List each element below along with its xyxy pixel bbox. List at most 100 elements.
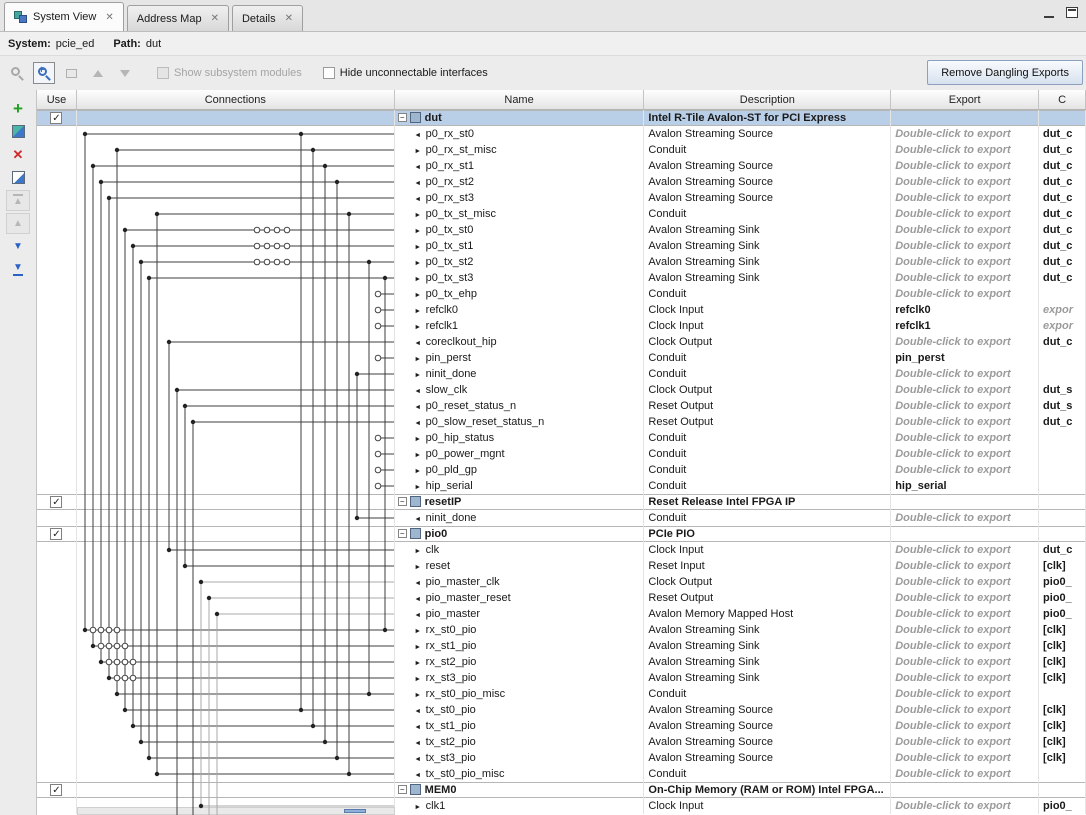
export-cell[interactable]: hip_serial	[891, 478, 1039, 494]
export-cell[interactable]: Double-click to export	[891, 126, 1039, 142]
port-row-pio_master[interactable]: ◄pio_masterAvalon Memory Mapped HostDoub…	[37, 606, 1086, 622]
port-row-reset[interactable]: ►resetReset InputDouble-click to export[…	[37, 558, 1086, 574]
module-row-pio0[interactable]: ✓−pio0PCIe PIO	[37, 526, 1086, 542]
tab-details[interactable]: Details ✕	[232, 5, 303, 31]
remove-dangling-exports-button[interactable]: Remove Dangling Exports	[927, 60, 1083, 85]
export-cell[interactable]: Double-click to export	[891, 606, 1039, 622]
export-cell[interactable]: pin_perst	[891, 350, 1039, 366]
export-cell[interactable]: Double-click to export	[891, 222, 1039, 238]
port-row-pio_master_reset[interactable]: ◄pio_master_resetReset OutputDouble-clic…	[37, 590, 1086, 606]
export-cell[interactable]: Double-click to export	[891, 702, 1039, 718]
port-row-tx_st1_pio[interactable]: ◄tx_st1_pioAvalon Streaming SourceDouble…	[37, 718, 1086, 734]
move-bottom-icon[interactable]: ▼	[6, 259, 30, 280]
export-cell[interactable]: refclk1	[891, 318, 1039, 334]
port-row-rx_st2_pio[interactable]: ►rx_st2_pioAvalon Streaming SinkDouble-c…	[37, 654, 1086, 670]
export-cell[interactable]: Double-click to export	[891, 190, 1039, 206]
collapse-icon[interactable]: −	[398, 529, 407, 538]
port-row-p0_rx_st2[interactable]: ◄p0_rx_st2Avalon Streaming SourceDouble-…	[37, 174, 1086, 190]
module-row-resetIP[interactable]: ✓−resetIPReset Release Intel FPGA IP	[37, 494, 1086, 510]
port-row-p0_reset_status_n[interactable]: ◄p0_reset_status_nReset OutputDouble-cli…	[37, 398, 1086, 414]
port-row-p0_rx_st1[interactable]: ◄p0_rx_st1Avalon Streaming SourceDouble-…	[37, 158, 1086, 174]
export-cell[interactable]: Double-click to export	[891, 142, 1039, 158]
port-row-clk[interactable]: ►clkClock InputDouble-click to exportdut…	[37, 542, 1086, 558]
port-row-p0_hip_status[interactable]: ►p0_hip_statusConduitDouble-click to exp…	[37, 430, 1086, 446]
module-row-dut[interactable]: ✓−dutIntel R-Tile Avalon-ST for PCI Expr…	[37, 110, 1086, 126]
use-checkbox[interactable]: ✓	[50, 112, 62, 124]
export-cell[interactable]	[891, 110, 1039, 126]
export-cell[interactable]: Double-click to export	[891, 734, 1039, 750]
export-cell[interactable]: Double-click to export	[891, 718, 1039, 734]
col-header-clock[interactable]: C	[1039, 90, 1086, 109]
export-cell[interactable]: Double-click to export	[891, 382, 1039, 398]
export-cell[interactable]: Double-click to export	[891, 270, 1039, 286]
col-header-name[interactable]: Name	[395, 90, 645, 109]
move-down-icon[interactable]	[114, 62, 136, 84]
export-cell[interactable]: Double-click to export	[891, 398, 1039, 414]
export-cell[interactable]: Double-click to export	[891, 414, 1039, 430]
edit-icon[interactable]	[6, 167, 30, 188]
tab-address-map[interactable]: Address Map ✕	[127, 5, 229, 31]
export-cell[interactable]: Double-click to export	[891, 590, 1039, 606]
zoom-out-icon[interactable]	[6, 62, 28, 84]
port-row-p0_tx_st2[interactable]: ►p0_tx_st2Avalon Streaming SinkDouble-cl…	[37, 254, 1086, 270]
module-row-MEM0[interactable]: ✓−MEM0On-Chip Memory (RAM or ROM) Intel …	[37, 782, 1086, 798]
export-cell[interactable]: refclk0	[891, 302, 1039, 318]
port-row-p0_rx_st_misc[interactable]: ►p0_rx_st_miscConduitDouble-click to exp…	[37, 142, 1086, 158]
connections-scrollbar[interactable]	[77, 807, 395, 815]
port-row-pin_perst[interactable]: ►pin_perstConduitpin_perst	[37, 350, 1086, 366]
export-cell[interactable]	[891, 526, 1039, 542]
hide-unconnectable-checkbox[interactable]	[323, 67, 335, 79]
port-row-p0_power_mgnt[interactable]: ►p0_power_mgntConduitDouble-click to exp…	[37, 446, 1086, 462]
col-header-export[interactable]: Export	[891, 90, 1039, 109]
export-cell[interactable]: Double-click to export	[891, 334, 1039, 350]
port-row-rx_st0_pio[interactable]: ►rx_st0_pioAvalon Streaming SinkDouble-c…	[37, 622, 1086, 638]
port-row-rx_st1_pio[interactable]: ►rx_st1_pioAvalon Streaming SinkDouble-c…	[37, 638, 1086, 654]
move-up-icon[interactable]: ▲	[6, 213, 30, 234]
port-row-tx_st2_pio[interactable]: ◄tx_st2_pioAvalon Streaming SourceDouble…	[37, 734, 1086, 750]
export-cell[interactable]: Double-click to export	[891, 622, 1039, 638]
use-checkbox[interactable]: ✓	[50, 496, 62, 508]
col-header-description[interactable]: Description	[644, 90, 891, 109]
move-up-icon[interactable]	[87, 62, 109, 84]
export-cell[interactable]: Double-click to export	[891, 558, 1039, 574]
tab-close-icon[interactable]: ✕	[211, 13, 219, 24]
add-component-icon[interactable]: +	[6, 98, 30, 119]
port-row-rx_st0_pio_misc[interactable]: ►rx_st0_pio_miscConduitDouble-click to e…	[37, 686, 1086, 702]
port-row-p0_tx_st0[interactable]: ►p0_tx_st0Avalon Streaming SinkDouble-cl…	[37, 222, 1086, 238]
export-cell[interactable]: Double-click to export	[891, 510, 1039, 526]
use-checkbox[interactable]: ✓	[50, 784, 62, 796]
remove-icon[interactable]: ✕	[6, 144, 30, 165]
export-cell[interactable]: Double-click to export	[891, 254, 1039, 270]
export-cell[interactable]: Double-click to export	[891, 750, 1039, 766]
port-row-pio_master_clk[interactable]: ◄pio_master_clkClock OutputDouble-click …	[37, 574, 1086, 590]
port-row-p0_slow_reset_status_n[interactable]: ◄p0_slow_reset_status_nReset OutputDoubl…	[37, 414, 1086, 430]
export-cell[interactable]: Double-click to export	[891, 638, 1039, 654]
port-row-p0_rx_st0[interactable]: ◄p0_rx_st0Avalon Streaming SourceDouble-…	[37, 126, 1086, 142]
export-cell[interactable]	[891, 494, 1039, 510]
port-row-ninit_done[interactable]: ►ninit_doneConduitDouble-click to export	[37, 366, 1086, 382]
col-header-connections[interactable]: Connections	[77, 90, 395, 109]
port-row-slow_clk[interactable]: ◄slow_clkClock OutputDouble-click to exp…	[37, 382, 1086, 398]
show-subsystem-checkbox[interactable]	[157, 67, 169, 79]
port-row-coreclkout_hip[interactable]: ◄coreclkout_hipClock OutputDouble-click …	[37, 334, 1086, 350]
tab-close-icon[interactable]: ✕	[285, 13, 293, 24]
export-cell[interactable]: Double-click to export	[891, 766, 1039, 782]
port-row-p0_tx_st_misc[interactable]: ►p0_tx_st_miscConduitDouble-click to exp…	[37, 206, 1086, 222]
export-cell[interactable]	[891, 782, 1039, 798]
port-row-p0_pld_gp[interactable]: ►p0_pld_gpConduitDouble-click to export	[37, 462, 1086, 478]
port-row-tx_st0_pio_misc[interactable]: ◄tx_st0_pio_miscConduitDouble-click to e…	[37, 766, 1086, 782]
zoom-fit-icon[interactable]	[60, 62, 82, 84]
add-connection-icon[interactable]	[6, 121, 30, 142]
export-cell[interactable]: Double-click to export	[891, 158, 1039, 174]
port-row-p0_tx_st3[interactable]: ►p0_tx_st3Avalon Streaming SinkDouble-cl…	[37, 270, 1086, 286]
move-top-icon[interactable]: ▲	[6, 190, 30, 211]
export-cell[interactable]: Double-click to export	[891, 206, 1039, 222]
port-row-refclk0[interactable]: ►refclk0Clock Inputrefclk0expor	[37, 302, 1086, 318]
port-row-refclk1[interactable]: ►refclk1Clock Inputrefclk1expor	[37, 318, 1086, 334]
float-window-icon[interactable]	[1066, 7, 1078, 18]
export-cell[interactable]: Double-click to export	[891, 654, 1039, 670]
port-row-hip_serial[interactable]: ►hip_serialConduithip_serial	[37, 478, 1086, 494]
col-header-use[interactable]: Use	[37, 90, 77, 109]
collapse-icon[interactable]: −	[398, 113, 407, 122]
port-row-p0_tx_st1[interactable]: ►p0_tx_st1Avalon Streaming SinkDouble-cl…	[37, 238, 1086, 254]
